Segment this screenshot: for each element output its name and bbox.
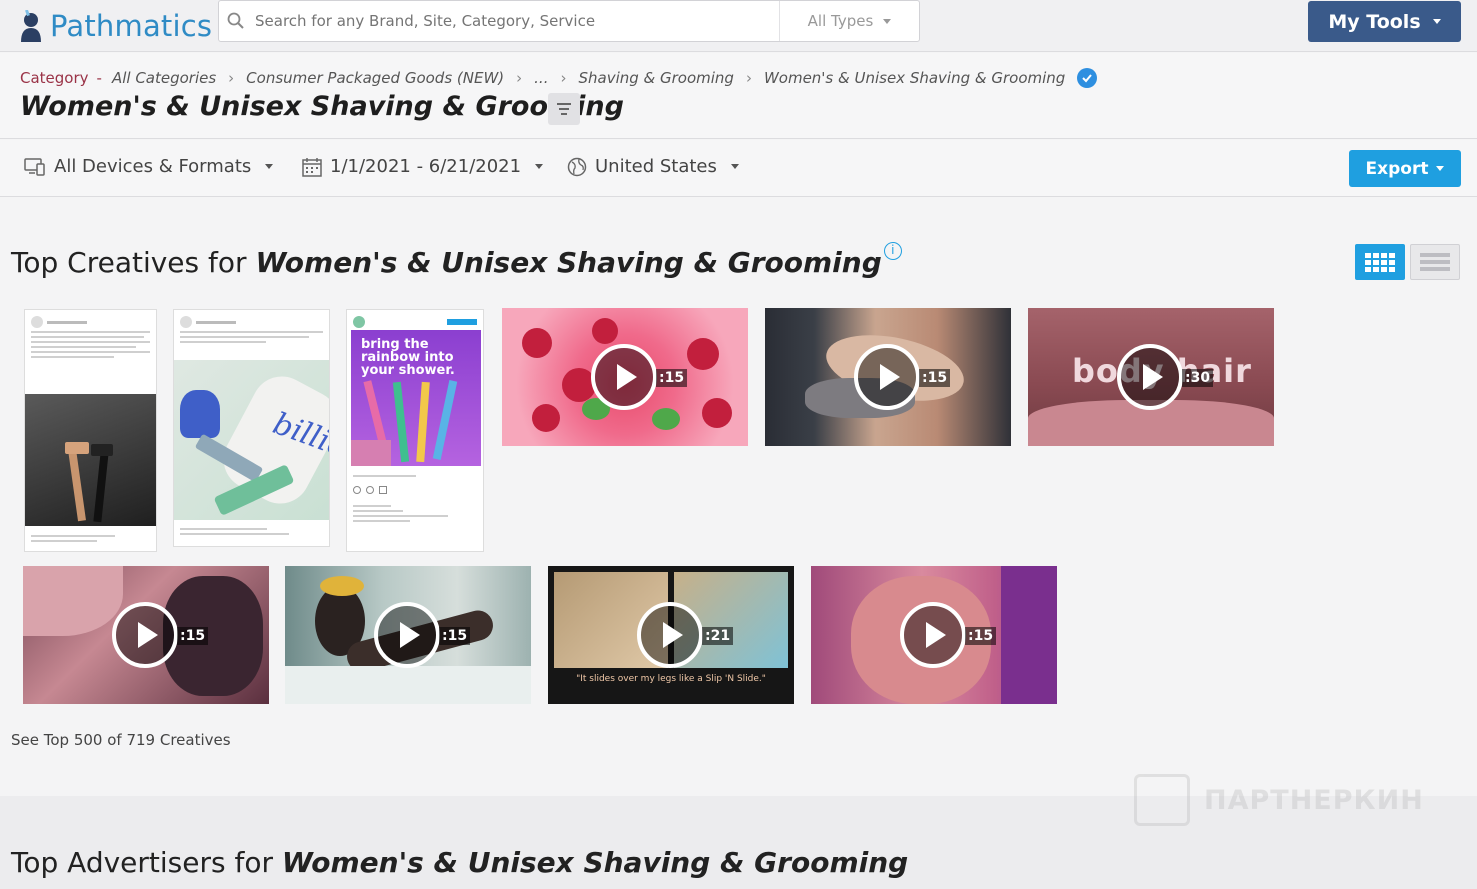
creative-card[interactable]: billie <box>173 309 330 547</box>
creative-headline: bring the rainbow into your shower. <box>361 337 455 378</box>
breadcrumb-item[interactable]: ... <box>534 69 548 87</box>
duration-badge: :15 <box>177 627 209 645</box>
see-top-creatives-link[interactable]: See Top 500 of 719 Creatives <box>11 731 231 749</box>
breadcrumb-category-label: Category <box>20 69 89 87</box>
video-creative[interactable]: :15 <box>502 308 748 446</box>
chevron-right-icon: › <box>516 69 523 87</box>
top-advertisers-title-category: Women's & Unisex Shaving & Grooming <box>281 846 909 879</box>
play-icon[interactable] <box>900 602 966 668</box>
top-bar: Pathmatics All Types My Tools <box>0 0 1477 52</box>
play-icon[interactable] <box>854 344 920 410</box>
breadcrumb: Category - All Categories › Consumer Pac… <box>20 68 1098 88</box>
video-creative[interactable]: :15 <box>765 308 1011 446</box>
creative-card[interactable]: bring the rainbow into your shower. <box>346 309 484 552</box>
chevron-down-icon <box>535 164 544 169</box>
search-icon <box>227 12 244 29</box>
my-tools-label: My Tools <box>1328 10 1421 33</box>
video-creative[interactable]: body hair :30 <box>1028 308 1274 446</box>
export-button[interactable]: Export <box>1349 150 1461 187</box>
date-range-filter[interactable]: 1/1/2021 - 6/21/2021 <box>302 156 544 177</box>
chevron-down-icon <box>883 18 892 24</box>
chevron-right-icon: › <box>560 69 567 87</box>
filter-lines-icon[interactable] <box>548 93 580 125</box>
chevron-down-icon <box>730 164 739 169</box>
chat-icon <box>1134 774 1190 826</box>
duration-badge: :30 <box>1182 369 1214 387</box>
chevron-down-icon <box>1432 19 1441 24</box>
play-icon[interactable] <box>112 602 178 668</box>
country-filter[interactable]: United States <box>567 156 739 177</box>
top-advertisers-title: Top Advertisers for Women's & Unisex Sha… <box>11 846 908 879</box>
logo[interactable]: Pathmatics <box>18 6 212 46</box>
breadcrumb-item[interactable]: Shaving & Grooming <box>578 69 733 87</box>
duration-badge: :15 <box>439 627 471 645</box>
watermark-text: ПАРТНЕРКИН <box>1204 784 1424 816</box>
play-icon[interactable] <box>1117 344 1183 410</box>
duration-badge: :15 <box>656 369 688 387</box>
video-caption: "It slides over my legs like a Slip 'N S… <box>576 674 766 684</box>
breadcrumb-dash: - <box>96 69 102 87</box>
page-header: Category - All Categories › Consumer Pac… <box>0 53 1477 139</box>
creative-card[interactable] <box>24 309 157 552</box>
filter-bar: All Devices & Formats 1/1/2021 - 6/21/20… <box>0 140 1477 197</box>
verified-check-icon <box>1077 68 1098 88</box>
devices-filter-label: All Devices & Formats <box>54 156 252 177</box>
search-bar: All Types <box>218 0 920 42</box>
play-icon[interactable] <box>591 344 657 410</box>
breadcrumb-item[interactable]: All Categories <box>112 69 216 87</box>
date-range-label: 1/1/2021 - 6/21/2021 <box>330 156 522 177</box>
chevron-right-icon: › <box>228 69 235 87</box>
duration-badge: :15 <box>919 369 951 387</box>
devices-filter[interactable]: All Devices & Formats <box>24 156 274 177</box>
play-icon[interactable] <box>374 602 440 668</box>
duration-badge: :21 <box>702 627 734 645</box>
pathmatics-logo-icon <box>21 10 41 42</box>
my-tools-button[interactable]: My Tools <box>1308 1 1461 42</box>
top-creatives-title-prefix: Top Creatives for <box>11 246 247 279</box>
video-creative[interactable]: :15 <box>811 566 1057 704</box>
devices-icon <box>24 157 45 176</box>
top-advertisers-title-prefix: Top Advertisers for <box>11 846 273 879</box>
grid-view-toggle[interactable] <box>1355 244 1405 280</box>
duration-badge: :15 <box>965 627 997 645</box>
top-creatives-title: Top Creatives for Women's & Unisex Shavi… <box>11 242 902 279</box>
chevron-right-icon: › <box>745 69 752 87</box>
top-creatives-title-category: Women's & Unisex Shaving & Grooming <box>255 246 882 279</box>
breadcrumb-item[interactable]: Consumer Packaged Goods (NEW) <box>246 69 504 87</box>
calendar-icon <box>302 157 322 177</box>
search-type-label: All Types <box>807 12 874 30</box>
watermark: ПАРТНЕРКИН <box>1134 774 1424 826</box>
breadcrumb-current: Women's & Unisex Shaving & Grooming <box>763 69 1066 87</box>
video-creative[interactable]: :15 <box>285 566 531 704</box>
search-type-dropdown[interactable]: All Types <box>779 1 919 41</box>
play-icon[interactable] <box>637 602 703 668</box>
video-creative[interactable]: :15 <box>23 566 269 704</box>
search-input[interactable] <box>255 12 779 30</box>
logo-text: Pathmatics <box>50 9 213 43</box>
list-view-toggle[interactable] <box>1410 244 1460 280</box>
globe-icon <box>567 157 587 176</box>
export-label: Export <box>1365 158 1429 179</box>
chevron-down-icon <box>265 164 274 169</box>
country-filter-label: United States <box>595 156 717 177</box>
video-creative[interactable]: "It slides over my legs like a Slip 'N S… <box>548 566 794 704</box>
page-title: Women's & Unisex Shaving & Grooming <box>20 91 624 122</box>
chevron-down-icon <box>1436 166 1445 171</box>
info-icon[interactable]: i <box>883 242 902 260</box>
